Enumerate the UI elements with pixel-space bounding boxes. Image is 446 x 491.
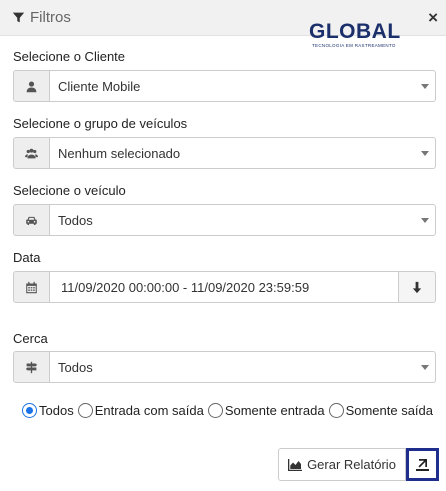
radio-label: Todos (39, 402, 74, 418)
panel-title-text: Filtros (30, 9, 71, 26)
generate-report-button[interactable]: Gerar Relatório (278, 448, 406, 481)
cerca-addon (13, 351, 50, 383)
grupo-select-value: Nenhum selecionado (58, 146, 181, 161)
export-button[interactable] (406, 448, 439, 481)
veiculo-addon (13, 204, 50, 236)
signpost-icon (25, 361, 38, 373)
users-icon (25, 148, 38, 158)
grupo-group: Nenhum selecionado (13, 137, 436, 169)
cerca-group: Todos (13, 351, 436, 383)
veiculo-select-value: Todos (58, 213, 93, 228)
grupo-select[interactable]: Nenhum selecionado (50, 137, 436, 169)
filter-icon (12, 12, 25, 23)
cliente-addon (13, 70, 50, 102)
arrow-down-icon (412, 281, 422, 293)
veiculo-label: Selecione o veículo (13, 183, 126, 198)
date-range-input[interactable]: 11/09/2020 00:00:00 - 11/09/2020 23:59:5… (50, 271, 399, 303)
date-range-value: 11/09/2020 00:00:00 - 11/09/2020 23:59:5… (61, 280, 310, 295)
veiculo-select[interactable]: Todos (50, 204, 436, 236)
filters-panel: Filtros × GLOBAL TECNOLOGIA EM RASTREAME… (0, 0, 446, 491)
data-group: 11/09/2020 00:00:00 - 11/09/2020 23:59:5… (13, 271, 436, 303)
user-icon (26, 80, 37, 92)
chevron-down-icon (421, 84, 429, 89)
radio-somente-saida[interactable]: Somente saída (328, 402, 434, 418)
veiculo-group: Todos (13, 204, 436, 236)
radio-button[interactable] (207, 402, 223, 418)
calendar-icon (26, 281, 37, 293)
radio-somente-entrada[interactable]: Somente entrada (207, 402, 325, 418)
radio-button[interactable] (328, 402, 344, 418)
logo-subtitle: TECNOLOGIA EM RASTREAMENTO (312, 43, 396, 48)
radio-label: Somente saída (345, 402, 434, 418)
cerca-select-value: Todos (58, 360, 93, 375)
radio-button[interactable] (77, 402, 93, 418)
cerca-select[interactable]: Todos (50, 351, 436, 383)
radio-todos[interactable]: Todos (22, 402, 74, 418)
radio-label: Somente entrada (224, 402, 325, 418)
close-button[interactable]: × (428, 9, 438, 26)
cliente-group: Cliente Mobile (13, 70, 436, 102)
grupo-label: Selecione o grupo de veículos (13, 116, 188, 131)
data-label: Data (13, 250, 41, 265)
car-icon (26, 216, 37, 225)
direction-radio-group: Todos Entrada com saída Somente entrada … (22, 401, 437, 419)
data-addon (13, 271, 50, 303)
chevron-down-icon (421, 151, 429, 156)
global-logo: GLOBAL TECNOLOGIA EM RASTREAMENTO (309, 20, 405, 58)
logo-name: GLOBAL (309, 20, 401, 43)
cliente-select[interactable]: Cliente Mobile (50, 70, 436, 102)
chevron-down-icon (421, 218, 429, 223)
panel-title: Filtros (12, 9, 71, 26)
grupo-addon (13, 137, 50, 169)
generate-report-label: Gerar Relatório (307, 457, 396, 472)
export-icon (416, 459, 429, 471)
date-dropdown-button[interactable] (399, 271, 436, 303)
cliente-label: Selecione o Cliente (13, 49, 126, 64)
area-chart-icon (288, 458, 303, 471)
cerca-label: Cerca (13, 331, 48, 346)
radio-label: Entrada com saída (94, 402, 204, 418)
radio-entrada-com-saida[interactable]: Entrada com saída (77, 402, 204, 418)
chevron-down-icon (421, 365, 429, 370)
radio-button-checked[interactable] (22, 402, 37, 418)
cliente-select-value: Cliente Mobile (58, 79, 141, 94)
